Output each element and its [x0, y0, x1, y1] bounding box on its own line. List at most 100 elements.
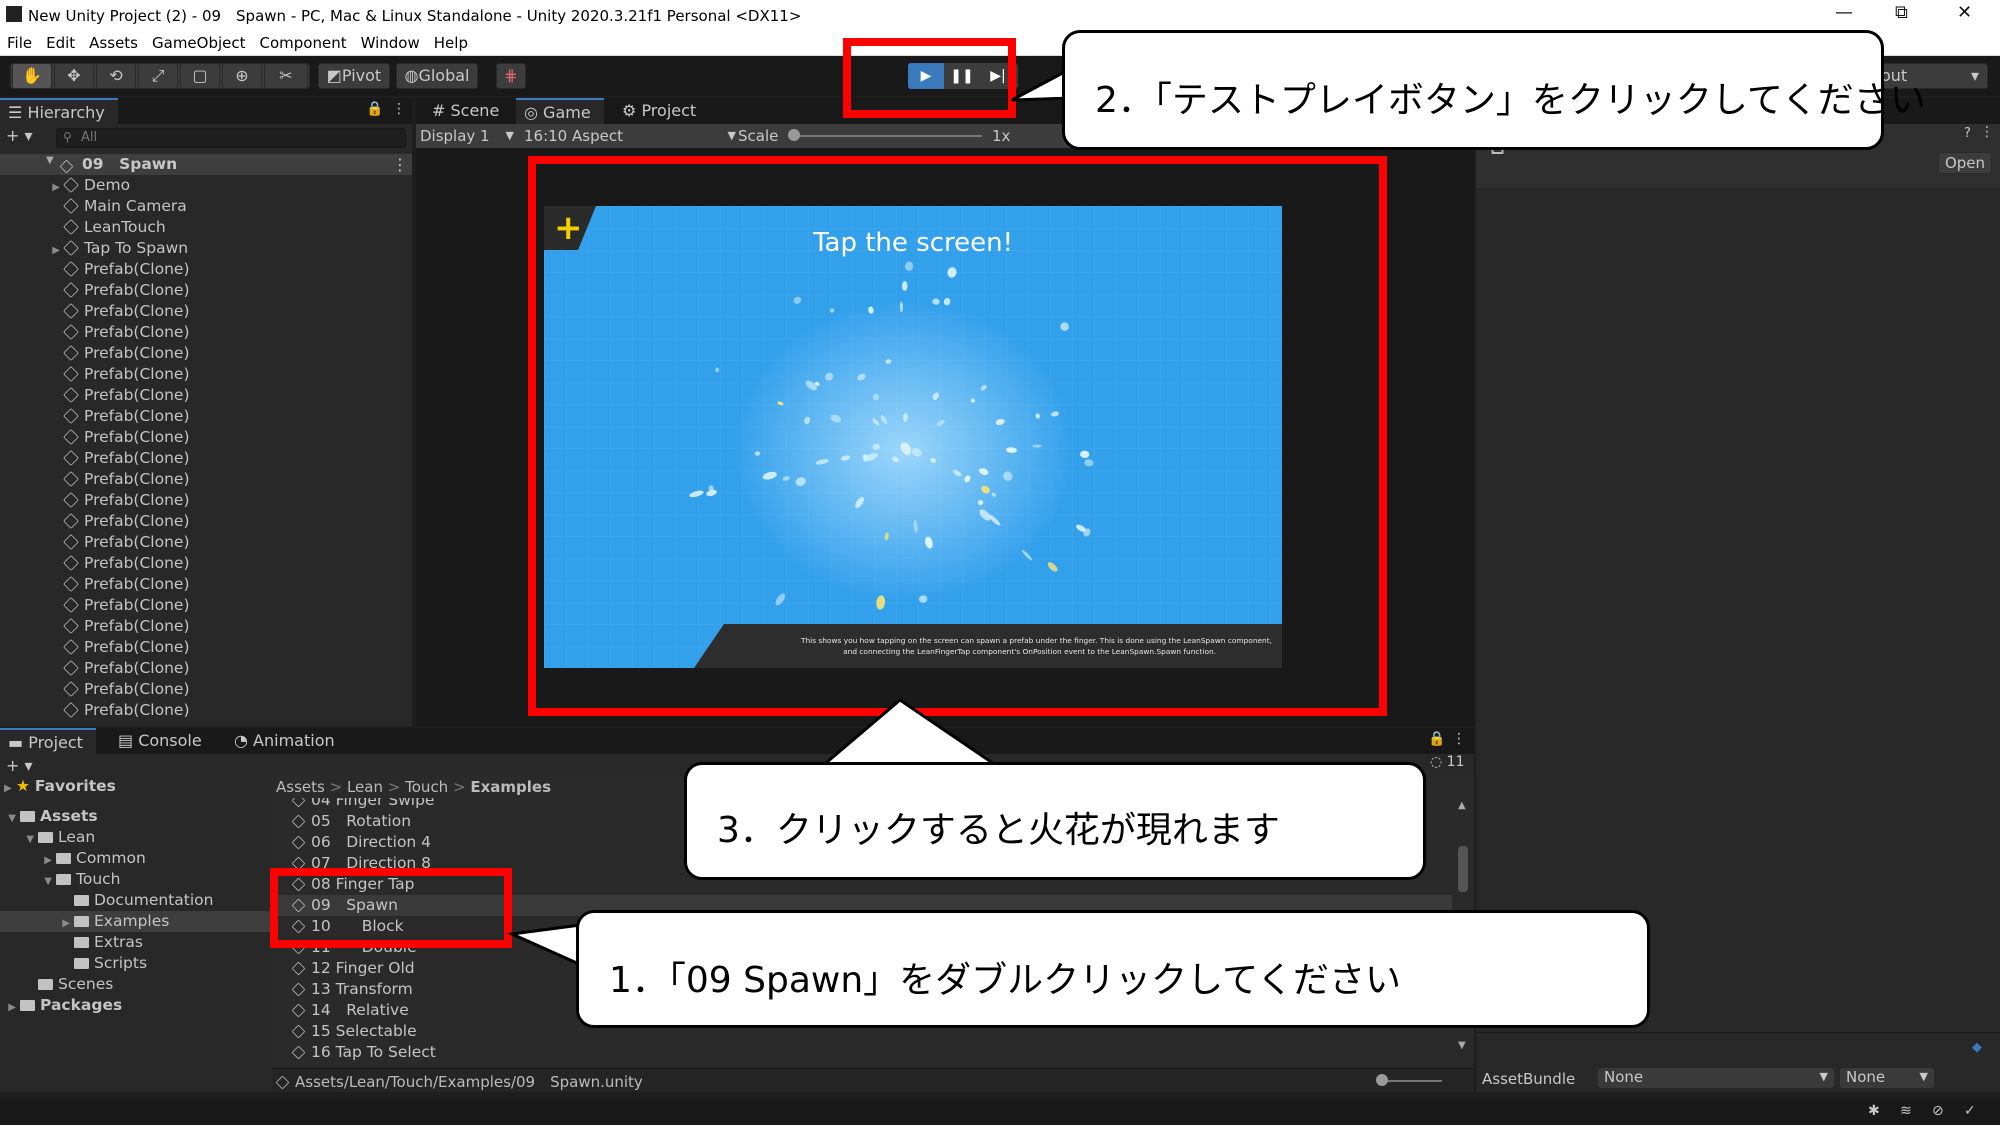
hierarchy-item[interactable]: Prefab(Clone): [0, 700, 190, 721]
icon-size-slider-handle[interactable]: [1376, 1074, 1388, 1086]
scrollbar-thumb[interactable]: [1458, 846, 1468, 892]
breadcrumb-assets[interactable]: Assets: [276, 778, 325, 796]
maximize-button[interactable]: ⧉: [1895, 2, 1908, 23]
hierarchy-item[interactable]: Prefab(Clone): [0, 259, 190, 280]
breadcrumb-touch[interactable]: Touch: [405, 778, 448, 796]
tab-hierarchy[interactable]: ☰ Hierarchy: [0, 98, 118, 124]
hierarchy-item[interactable]: Prefab(Clone): [0, 532, 190, 553]
folder-tree-item[interactable]: ▼ Lean: [0, 827, 270, 848]
rect-tool-button[interactable]: ▢: [180, 63, 220, 89]
menu-help[interactable]: Help: [427, 30, 475, 56]
hierarchy-item[interactable]: Prefab(Clone): [0, 343, 190, 364]
hierarchy-item[interactable]: Prefab(Clone): [0, 385, 190, 406]
pivot-toggle[interactable]: ◩Pivot: [318, 63, 390, 89]
menu-window[interactable]: Window: [354, 30, 427, 56]
scale-tool-button[interactable]: ⤢: [138, 63, 178, 89]
bug-icon[interactable]: ✱: [1868, 1103, 1880, 1119]
hierarchy-search-input[interactable]: ⚲ All: [56, 128, 406, 148]
scene-row[interactable]: ▼ 09 Spawn ⋮: [0, 154, 412, 175]
create-asset-button[interactable]: + ▾: [6, 756, 33, 775]
hierarchy-item[interactable]: Prefab(Clone): [0, 637, 190, 658]
custom-tool-button[interactable]: ✂: [264, 63, 308, 89]
assetbundle-variant-dropdown[interactable]: None ▼: [1840, 1068, 1934, 1088]
more-menu-icon[interactable]: ⋮: [392, 101, 406, 117]
rotate-tool-button[interactable]: ⟲: [96, 63, 136, 89]
hierarchy-item[interactable]: Main Camera: [0, 196, 187, 217]
hand-tool-button[interactable]: ✋: [12, 63, 52, 89]
hierarchy-item[interactable]: Prefab(Clone): [0, 301, 190, 322]
scene-file-label: 12 Finger Old: [311, 959, 415, 977]
global-toggle[interactable]: ◍Global: [396, 63, 478, 89]
folder-tree-item[interactable]: Extras: [0, 932, 270, 953]
scene-menu-icon[interactable]: ⋮: [392, 155, 408, 174]
tab-animation[interactable]: ◔ Animation: [226, 728, 346, 754]
tab-project[interactable]: ▬ Project: [0, 728, 96, 754]
tab-project-settings[interactable]: ⚙ Project Settings: [614, 98, 774, 146]
hierarchy-panel: ☰ Hierarchy 🔒 ⋮ + ▾ ⚲ All ▼ 09 Spawn ⋮ ▶…: [0, 98, 412, 726]
menu-assets[interactable]: Assets: [82, 30, 145, 56]
hierarchy-item-label: Prefab(Clone): [84, 596, 190, 614]
breadcrumb-examples[interactable]: Examples: [470, 778, 551, 796]
menu-component[interactable]: Component: [253, 30, 354, 56]
folder-tree-item[interactable]: Documentation: [0, 890, 270, 911]
hierarchy-item[interactable]: Prefab(Clone): [0, 511, 190, 532]
menu-file[interactable]: File: [0, 30, 39, 56]
scene-file-item[interactable]: 16 Tap To Select: [272, 1042, 1452, 1063]
hierarchy-item[interactable]: Prefab(Clone): [0, 574, 190, 595]
aspect-dropdown[interactable]: 16:10 Aspect ▼: [524, 126, 744, 146]
hierarchy-item[interactable]: Prefab(Clone): [0, 280, 190, 301]
folder-tree-item[interactable]: ▶ Examples: [0, 911, 270, 932]
folder-tree-item[interactable]: Scenes: [0, 974, 270, 995]
folder-tree-item[interactable]: ▼ Touch: [0, 869, 270, 890]
hidden-packages-icon[interactable]: ◌ 11: [1430, 754, 1465, 770]
folder-icon: [56, 853, 71, 864]
menu-edit[interactable]: Edit: [39, 30, 82, 56]
display-dropdown[interactable]: Display 1 ▼: [420, 126, 516, 146]
folder-tree-item[interactable]: ▶ Packages: [0, 995, 270, 1016]
folder-tree-item[interactable]: ▼ Assets: [0, 806, 270, 827]
lock-icon[interactable]: 🔒: [366, 101, 383, 117]
tab-game[interactable]: ◎ Game: [516, 98, 604, 124]
assetbundle-dropdown[interactable]: None ▼: [1598, 1068, 1834, 1088]
hierarchy-item[interactable]: Prefab(Clone): [0, 658, 190, 679]
help-icon[interactable]: ?: [1964, 126, 1971, 141]
lock-icon[interactable]: 🔒: [1428, 731, 1445, 747]
hierarchy-item[interactable]: Prefab(Clone): [0, 406, 190, 427]
layers-icon[interactable]: ≋: [1900, 1103, 1912, 1119]
scale-slider-track[interactable]: [792, 135, 982, 137]
hierarchy-item[interactable]: Prefab(Clone): [0, 364, 190, 385]
minimize-button[interactable]: —: [1835, 2, 1853, 23]
favorites-row[interactable]: ▶ ★ Favorites: [0, 776, 116, 797]
gameobject-icon: [63, 345, 79, 361]
hierarchy-item[interactable]: Prefab(Clone): [0, 679, 190, 700]
more-menu-icon[interactable]: ⋮: [1452, 731, 1466, 747]
close-button[interactable]: ✕: [1957, 2, 1972, 23]
folder-tree-item[interactable]: Scripts: [0, 953, 270, 974]
network-icon[interactable]: ⊘: [1932, 1103, 1944, 1119]
hierarchy-item[interactable]: Prefab(Clone): [0, 448, 190, 469]
hierarchy-item[interactable]: Prefab(Clone): [0, 427, 190, 448]
hierarchy-item[interactable]: ▶ Demo: [0, 175, 130, 196]
hierarchy-item[interactable]: Prefab(Clone): [0, 553, 190, 574]
hierarchy-item[interactable]: LeanTouch: [0, 217, 166, 238]
scale-slider-handle[interactable]: [788, 129, 800, 141]
hierarchy-item[interactable]: Prefab(Clone): [0, 595, 190, 616]
breadcrumb-lean[interactable]: Lean: [347, 778, 383, 796]
hierarchy-item[interactable]: Prefab(Clone): [0, 322, 190, 343]
transform-tool-button[interactable]: ⊕: [222, 63, 262, 89]
hierarchy-item[interactable]: Prefab(Clone): [0, 490, 190, 511]
hierarchy-item[interactable]: ▶ Tap To Spawn: [0, 238, 188, 259]
add-object-button[interactable]: + ▾: [6, 126, 33, 145]
move-tool-button[interactable]: ✥: [54, 63, 94, 89]
more-menu-icon[interactable]: ⋮: [1980, 124, 1994, 140]
menu-gameobject[interactable]: GameObject: [145, 30, 253, 56]
hierarchy-item[interactable]: Prefab(Clone): [0, 616, 190, 637]
check-icon[interactable]: ✓: [1964, 1103, 1976, 1119]
open-button[interactable]: Open: [1938, 152, 1992, 174]
grid-snap-button[interactable]: ⋕: [496, 63, 526, 89]
icon-size-slider[interactable]: [1382, 1080, 1442, 1082]
folder-tree-item[interactable]: ▶ Common: [0, 848, 270, 869]
hierarchy-item[interactable]: Prefab(Clone): [0, 469, 190, 490]
tab-console[interactable]: ▤ Console: [110, 728, 210, 754]
tab-scene[interactable]: # Scene: [424, 98, 514, 124]
